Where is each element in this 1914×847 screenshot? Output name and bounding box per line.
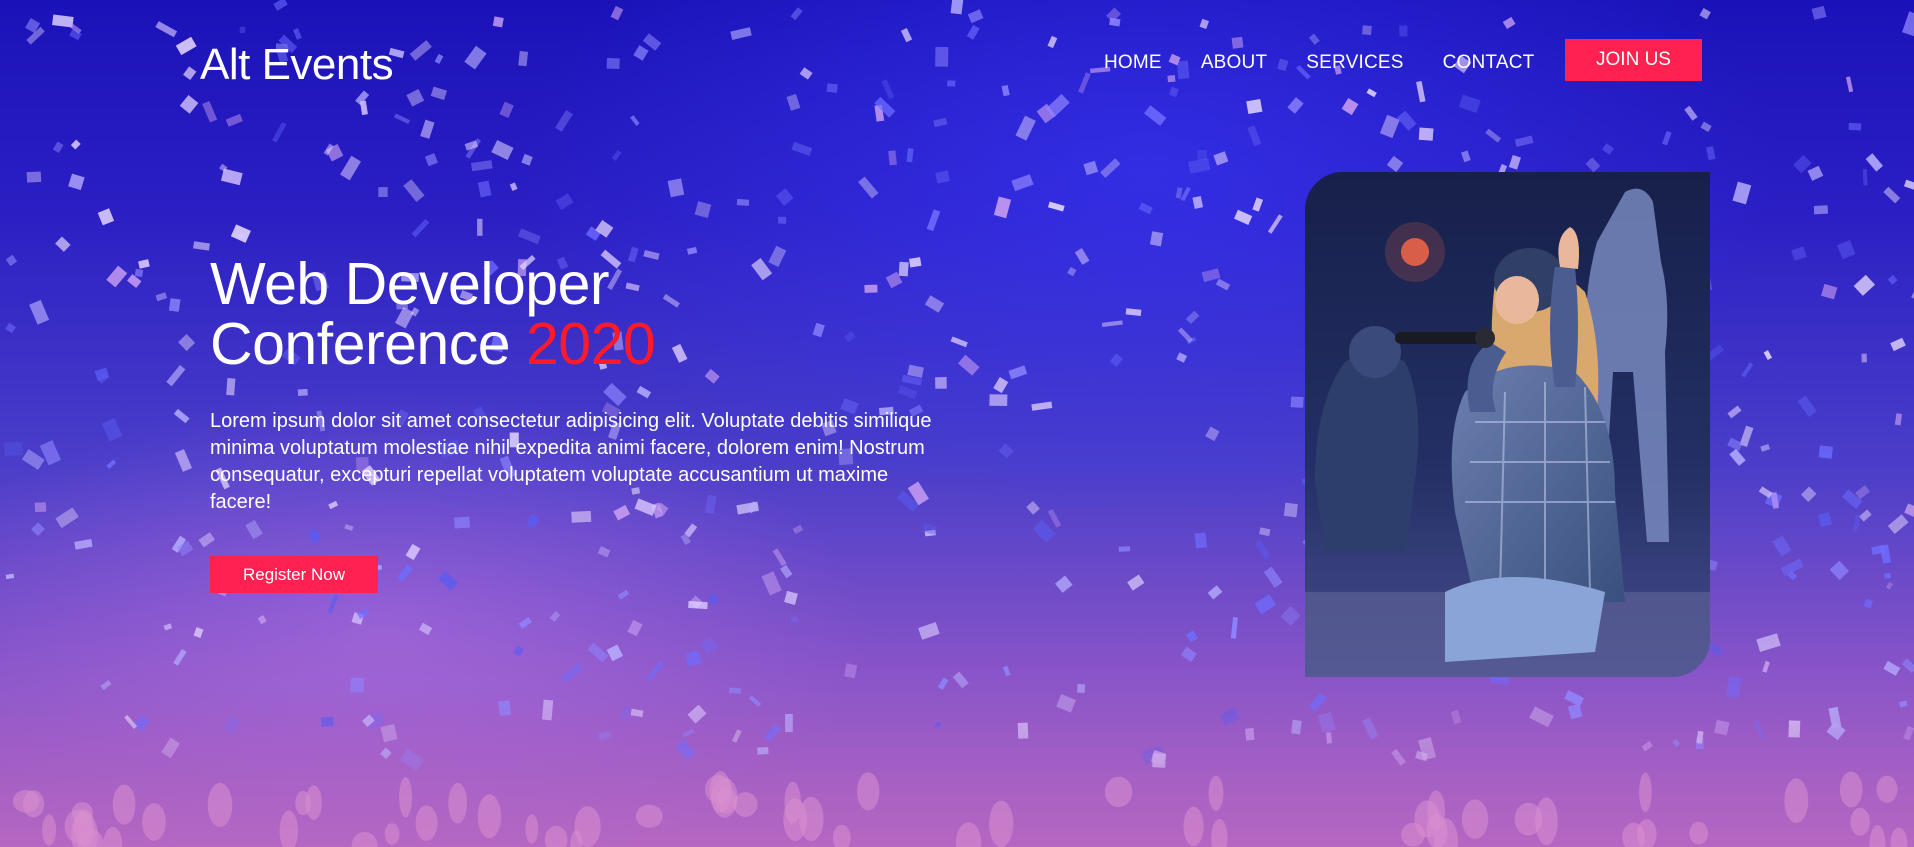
nav-about-link[interactable]: ABOUT bbox=[1201, 52, 1267, 74]
join-us-button[interactable]: JOIN US bbox=[1565, 39, 1702, 81]
hero-description: Lorem ipsum dolor sit amet consectetur a… bbox=[210, 410, 932, 513]
nav-home-link[interactable]: HOME bbox=[1104, 52, 1162, 74]
register-now-button[interactable]: Register Now bbox=[210, 556, 378, 593]
hero-title-year: 2020 bbox=[525, 311, 656, 377]
crowd-silhouette-image bbox=[0, 687, 1914, 847]
nav-contact-link[interactable]: CONTACT bbox=[1443, 52, 1535, 74]
singer-illustration bbox=[1305, 172, 1710, 677]
landing-page: Alt Events HOME ABOUT SERVICES CONTACT J… bbox=[0, 0, 1914, 847]
hero-title-line1: Web Developer bbox=[210, 251, 610, 317]
main-nav: HOME ABOUT SERVICES CONTACT bbox=[1104, 52, 1573, 74]
singer-photo bbox=[1305, 172, 1710, 677]
nav-services-link[interactable]: SERVICES bbox=[1306, 52, 1403, 74]
site-logo[interactable]: Alt Events bbox=[200, 40, 394, 90]
hero-title: Web Developer Conference 2020 bbox=[210, 251, 656, 377]
hero-title-line2: Conference bbox=[210, 311, 511, 377]
